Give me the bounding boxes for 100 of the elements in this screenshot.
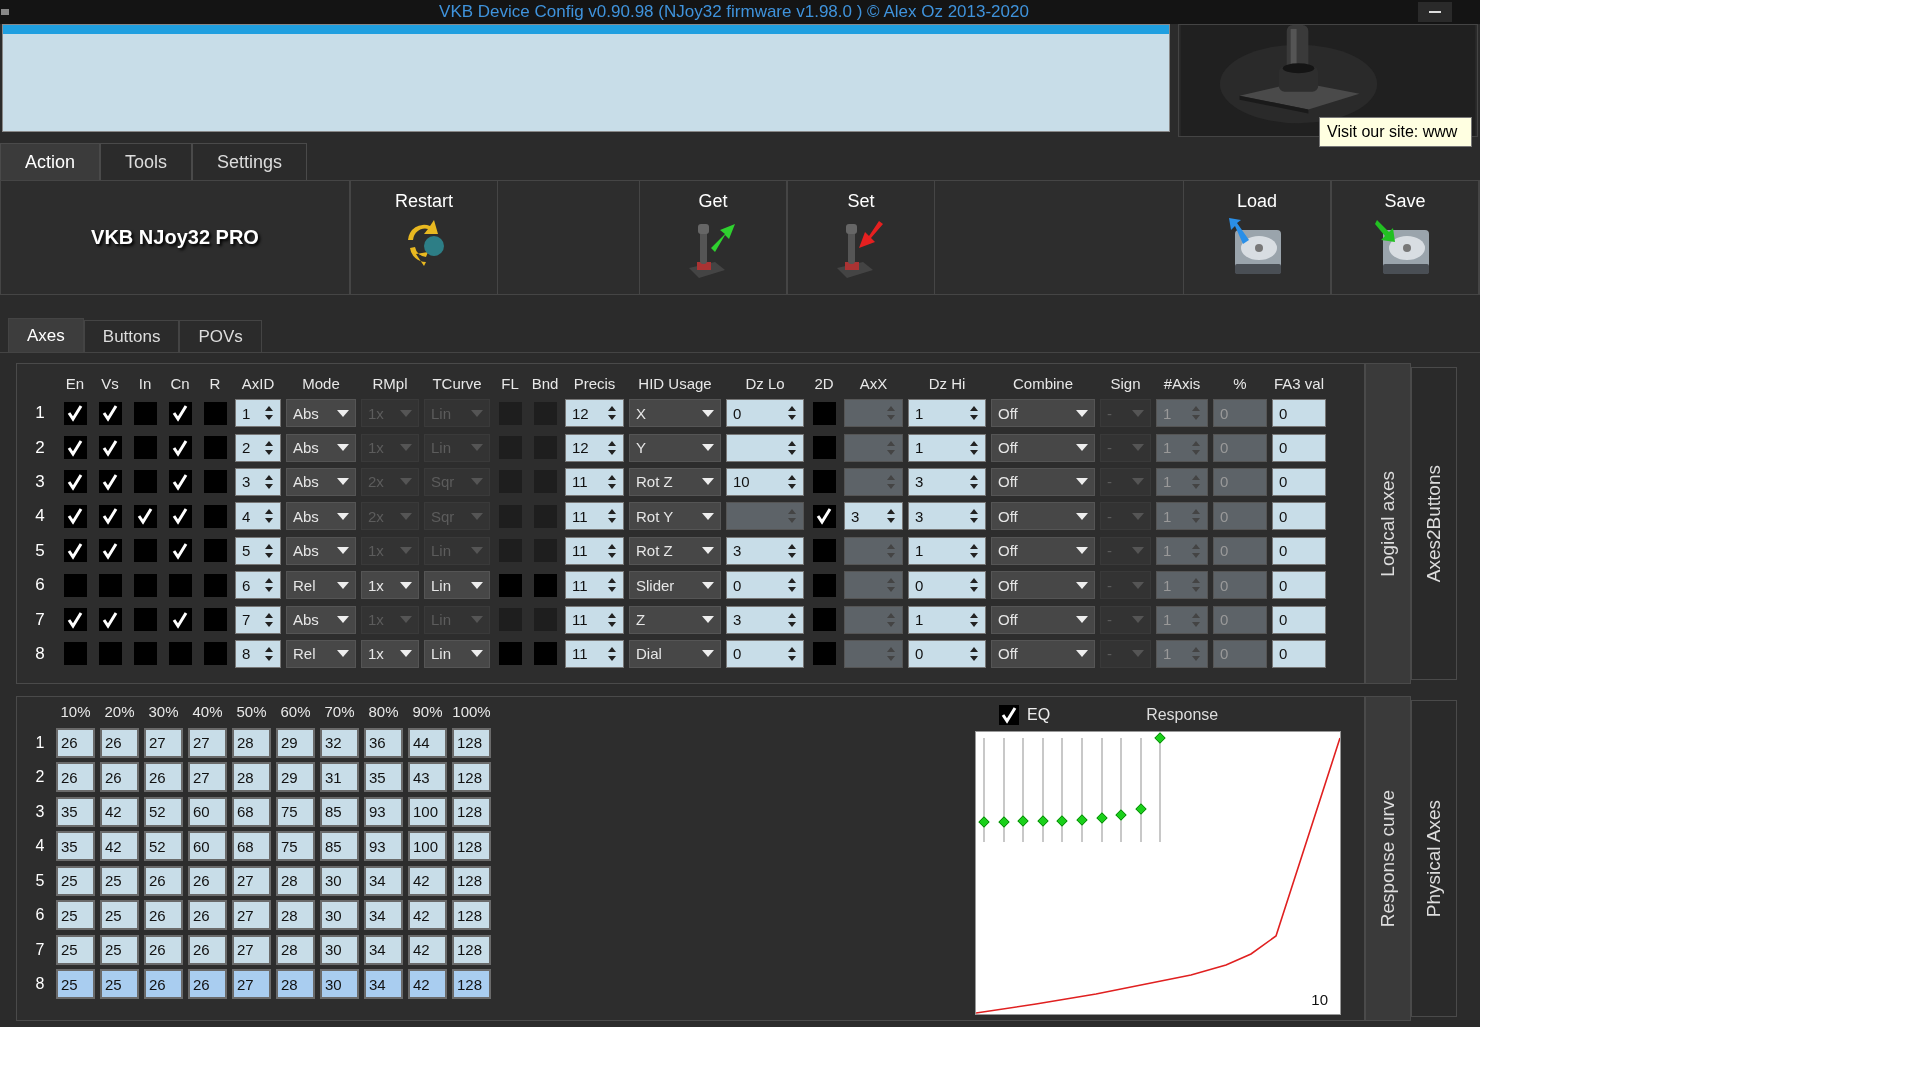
input-field[interactable]: 35 (56, 831, 95, 861)
input-field[interactable]: 26 (56, 762, 95, 792)
spin-field[interactable]: 11 (565, 605, 624, 634)
spin-field[interactable]: 6 (235, 571, 281, 600)
input-field[interactable]: 26 (100, 727, 139, 758)
checkbox[interactable] (999, 705, 1019, 725)
dropdown[interactable]: Lin (424, 639, 490, 668)
input-field[interactable]: 128 (452, 900, 491, 930)
dropdown[interactable]: X (629, 399, 721, 428)
input-field[interactable]: 28 (276, 865, 315, 896)
tab[interactable]: Tools (100, 143, 193, 180)
checkbox[interactable] (168, 608, 192, 632)
spin-field[interactable]: 4 (235, 502, 281, 531)
dropdown[interactable]: Abs (286, 433, 356, 462)
input-field[interactable]: 31 (320, 762, 359, 792)
checkbox[interactable] (98, 401, 122, 425)
checkbox[interactable] (63, 470, 87, 494)
spin-field[interactable]: 11 (565, 467, 624, 496)
input-field[interactable]: 34 (364, 934, 403, 965)
spin-field[interactable]: 5 (235, 536, 281, 565)
checkbox[interactable] (63, 539, 87, 563)
checkbox[interactable] (63, 401, 87, 425)
slider-thumb[interactable] (1037, 815, 1049, 827)
checkbox[interactable] (168, 539, 192, 563)
checkbox[interactable] (812, 608, 836, 632)
checkbox[interactable] (203, 642, 227, 666)
input-field[interactable]: 27 (188, 727, 227, 758)
checkbox[interactable] (133, 573, 157, 597)
checkbox[interactable] (203, 401, 227, 425)
input-field[interactable]: 32 (320, 727, 359, 758)
input-field[interactable]: 26 (188, 900, 227, 930)
tab[interactable]: Settings (192, 143, 308, 180)
spin-field[interactable]: 12 (565, 433, 624, 462)
dropdown[interactable]: Rot Y (629, 502, 721, 531)
input-field[interactable]: 75 (276, 831, 315, 861)
input-field[interactable]: 43 (408, 762, 447, 792)
dropdown[interactable]: Abs (286, 502, 356, 531)
input-field[interactable]: 26 (100, 762, 139, 792)
input-field[interactable]: 93 (364, 796, 403, 827)
checkbox[interactable] (63, 436, 87, 460)
checkbox[interactable] (133, 539, 157, 563)
dropdown[interactable]: Off (991, 467, 1095, 496)
spin-field[interactable]: 0 (726, 639, 804, 668)
checkbox[interactable] (168, 642, 192, 666)
input-field[interactable]: 60 (188, 831, 227, 861)
input-field[interactable]: 0 (1272, 467, 1326, 496)
input-field[interactable]: 27 (144, 727, 183, 758)
slider-thumb[interactable] (978, 816, 990, 828)
checkbox[interactable] (133, 608, 157, 632)
tab[interactable]: Buttons (83, 320, 180, 352)
input-field[interactable]: 27 (232, 969, 271, 999)
input-field[interactable]: 34 (364, 900, 403, 930)
dropdown[interactable]: Dial (629, 639, 721, 668)
input-field[interactable]: 30 (320, 934, 359, 965)
checkbox[interactable] (98, 573, 122, 597)
slider-thumb[interactable] (1056, 815, 1069, 827)
input-field[interactable]: 128 (452, 831, 491, 861)
input-field[interactable]: 26 (144, 969, 183, 999)
spin-field[interactable]: 2 (235, 433, 281, 462)
dropdown[interactable]: Rel (286, 639, 356, 668)
input-field[interactable]: 25 (100, 900, 139, 930)
dropdown[interactable]: Off (991, 571, 1095, 600)
input-field[interactable]: 68 (232, 796, 271, 827)
input-field[interactable]: 128 (452, 762, 491, 792)
checkbox[interactable] (168, 470, 192, 494)
checkbox[interactable] (133, 470, 157, 494)
toolbar-button[interactable]: Save (1331, 181, 1479, 294)
spin-field[interactable]: 8 (235, 639, 281, 668)
dropdown[interactable]: Off (991, 433, 1095, 462)
input-field[interactable]: 28 (276, 969, 315, 999)
checkbox[interactable] (812, 573, 836, 597)
input-field[interactable]: 0 (1272, 502, 1326, 531)
input-field[interactable]: 30 (320, 900, 359, 930)
input-field[interactable]: 42 (408, 865, 447, 896)
input-field[interactable]: 42 (408, 969, 447, 999)
toolbar-button[interactable]: Get (639, 181, 787, 294)
checkbox[interactable] (203, 504, 227, 528)
tab[interactable]: Axes (8, 318, 84, 352)
checkbox[interactable] (63, 642, 87, 666)
spin-field[interactable]: 11 (565, 502, 624, 531)
input-field[interactable]: 26 (144, 934, 183, 965)
dropdown[interactable]: Rel (286, 571, 356, 600)
checkbox[interactable] (98, 642, 122, 666)
spin-field[interactable]: 0 (726, 571, 804, 600)
checkbox[interactable] (812, 470, 836, 494)
input-field[interactable]: 42 (100, 831, 139, 861)
checkbox[interactable] (63, 608, 87, 632)
checkbox[interactable] (812, 539, 836, 563)
dropdown[interactable]: Off (991, 399, 1095, 428)
input-field[interactable]: 0 (1272, 571, 1326, 600)
checkbox[interactable] (812, 436, 836, 460)
input-field[interactable]: 52 (144, 831, 183, 861)
input-field[interactable]: 0 (1272, 639, 1326, 668)
checkbox[interactable] (203, 470, 227, 494)
tab[interactable]: Logical axes (1365, 363, 1411, 684)
input-field[interactable]: 25 (100, 969, 139, 999)
dropdown[interactable]: Abs (286, 467, 356, 496)
input-field[interactable]: 0 (1272, 605, 1326, 634)
checkbox[interactable] (203, 436, 227, 460)
checkbox[interactable] (203, 608, 227, 632)
